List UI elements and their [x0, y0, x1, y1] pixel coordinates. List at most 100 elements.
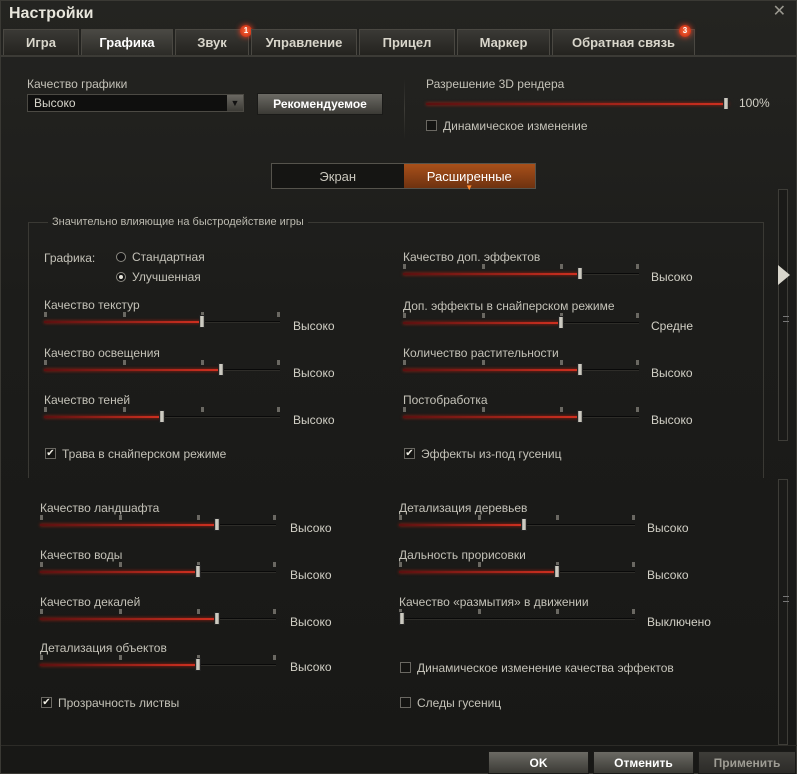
section-divider [404, 79, 405, 139]
texture-quality-slider[interactable] [44, 312, 280, 328]
settings-window: Настройки ✕ Игра Графика Звук 1 Управлени… [0, 0, 797, 774]
tab-sound[interactable]: Звук 1 [175, 25, 252, 55]
cancel-button[interactable]: Отменить [593, 751, 694, 774]
slider-thumb[interactable] [554, 565, 561, 578]
tab-graphics[interactable]: Графика [81, 29, 173, 55]
dynamic-effects-checkbox[interactable] [400, 662, 411, 673]
slider-tick [40, 655, 43, 660]
shadow-quality-slider[interactable] [44, 407, 280, 423]
slider-tick [197, 609, 201, 614]
slider-thumb[interactable] [214, 612, 220, 625]
slider-thumb[interactable] [577, 267, 583, 280]
foliage-transparency-label: Прозрачность листвы [58, 696, 180, 710]
slider-tick [118, 655, 122, 660]
tree-detail-slider[interactable] [399, 515, 635, 531]
slider-thumb[interactable] [199, 315, 206, 328]
decal-quality-label: Качество декалей [40, 595, 141, 609]
slider-thumb[interactable] [195, 565, 202, 578]
slider-tick [481, 313, 485, 318]
foliage-transparency-checkbox[interactable]: ✔ [41, 697, 52, 708]
radio-standard-label: Стандартная [132, 250, 205, 264]
dynamic-resolution-checkbox[interactable] [426, 120, 437, 131]
decal-quality-value: Высоко [290, 615, 332, 629]
vegetation-value: Высоко [651, 366, 693, 380]
slider-thumb[interactable] [577, 363, 583, 376]
slider-tick [403, 313, 406, 318]
terrain-quality-slider[interactable] [40, 515, 276, 531]
scrollbar-upper-track[interactable] [778, 189, 789, 441]
mouse-cursor-icon [778, 265, 790, 285]
close-icon[interactable]: ✕ [773, 1, 786, 21]
tab-label: Игра [26, 35, 56, 50]
slider-thumb[interactable] [218, 363, 224, 376]
object-detail-value: Высоко [290, 660, 332, 674]
sniper-effects-label: Доп. эффекты в снайперском режиме [403, 299, 615, 313]
slider-thumb[interactable] [195, 658, 202, 671]
tab-aim[interactable]: Прицел [359, 29, 455, 55]
water-quality-slider[interactable] [40, 562, 276, 578]
slider-tick [403, 407, 406, 412]
slider-tick [122, 312, 126, 317]
lighting-quality-slider[interactable] [44, 360, 280, 376]
slider-fill [426, 103, 729, 105]
graphics-quality-value: Высоко [34, 96, 76, 110]
extra-effects-slider[interactable] [403, 264, 639, 280]
postprocessing-slider[interactable] [403, 407, 639, 423]
slider-thumb[interactable] [521, 518, 528, 531]
grip-icon [783, 596, 789, 602]
tab-label: Прицел [382, 35, 432, 50]
subtab-label: Экран [319, 168, 357, 184]
sniper-grass-checkbox[interactable]: ✔ [45, 448, 56, 459]
render-resolution-slider[interactable] [426, 94, 729, 110]
extra-effects-value: Высоко [651, 270, 693, 284]
motion-blur-slider[interactable] [399, 609, 635, 625]
decal-quality-slider[interactable] [40, 609, 276, 625]
slider-thumb[interactable] [577, 410, 583, 423]
slider-tick [273, 655, 276, 660]
track-marks-checkbox[interactable] [400, 697, 411, 708]
sniper-effects-slider[interactable] [403, 313, 639, 329]
slider-thumb[interactable] [214, 518, 220, 531]
radio-improved-label: Улучшенная [132, 270, 201, 284]
vegetation-slider[interactable] [403, 360, 639, 376]
slider-thumb[interactable] [399, 612, 405, 625]
track-effects-checkbox[interactable]: ✔ [404, 448, 415, 459]
slider-tick [273, 609, 276, 614]
ok-button[interactable]: OK [488, 751, 589, 774]
slider-tick [560, 407, 564, 412]
tab-label: Звук [197, 35, 227, 50]
slider-thumb[interactable] [723, 97, 729, 110]
recommended-button[interactable]: Рекомендуемое [257, 93, 383, 115]
tab-bar: Игра Графика Звук 1 Управление Прицел Мар… [3, 25, 793, 55]
slider-tick [273, 562, 276, 567]
texture-quality-label: Качество текстур [44, 298, 140, 312]
slider-tick [403, 264, 406, 269]
slider-tick [399, 515, 402, 520]
radio-improved[interactable] [116, 272, 126, 282]
slider-thumb[interactable] [558, 316, 565, 329]
object-detail-slider[interactable] [40, 655, 276, 671]
graphics-quality-select[interactable]: Высоко ▼ [27, 94, 244, 112]
tab-divider [1, 55, 797, 57]
radio-standard[interactable] [116, 252, 126, 262]
tab-marker[interactable]: Маркер [457, 29, 550, 55]
draw-distance-slider[interactable] [399, 562, 635, 578]
graphics-quality-label: Качество графики [27, 77, 128, 91]
apply-button[interactable]: Применить [698, 751, 796, 774]
scrollbar-thumb[interactable] [778, 479, 789, 745]
slider-track[interactable] [399, 618, 635, 620]
tree-detail-label: Детализация деревьев [399, 501, 528, 515]
slider-tick [632, 515, 635, 520]
tab-controls[interactable]: Управление [251, 29, 357, 55]
slider-fill [403, 416, 580, 418]
lighting-quality-label: Качество освещения [44, 346, 160, 360]
subtab-advanced[interactable]: Расширенные ▼ [403, 164, 535, 192]
subtab-screen[interactable]: Экран [272, 164, 404, 188]
tab-feedback[interactable]: Обратная связь 3 [552, 25, 695, 55]
slider-fill [40, 618, 217, 620]
slider-tick [477, 609, 481, 614]
render-resolution-value: 100% [739, 96, 770, 110]
subtab-bar: Экран Расширенные ▼ [271, 163, 536, 192]
slider-thumb[interactable] [159, 410, 165, 423]
tab-game[interactable]: Игра [3, 29, 79, 55]
